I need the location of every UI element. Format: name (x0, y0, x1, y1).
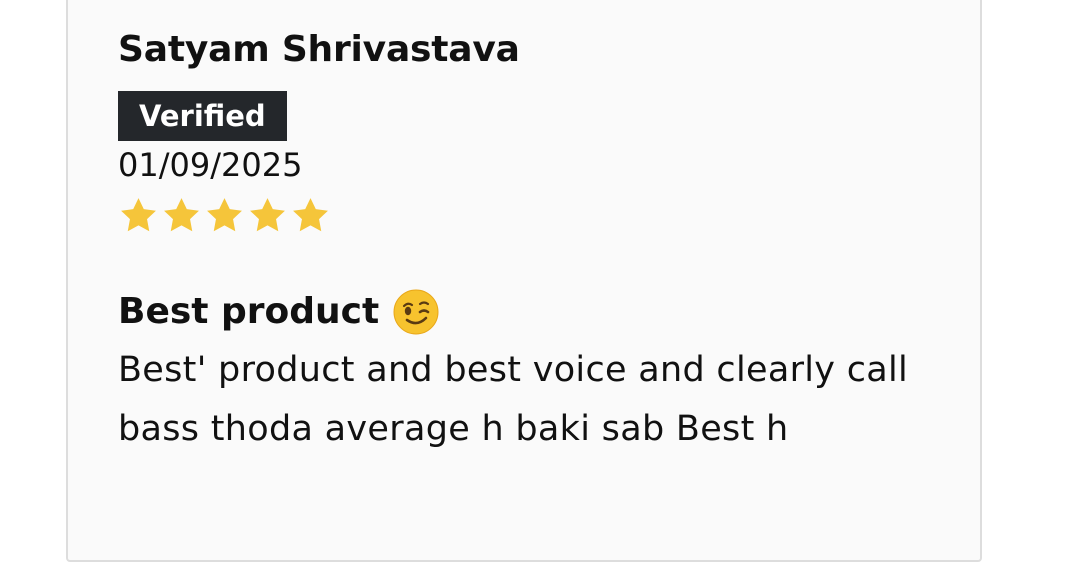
review-title-text: Best product (118, 291, 380, 332)
wink-face-icon (393, 289, 439, 335)
verified-badge: Verified (118, 91, 287, 141)
review-card: Satyam Shrivastava Verified 01/09/2025 B… (66, 0, 982, 562)
star-rating (118, 193, 938, 237)
star-icon (121, 197, 156, 231)
review-title: Best product (118, 289, 938, 335)
review-content: Satyam Shrivastava Verified 01/09/2025 B… (118, 28, 938, 459)
star-icon (250, 197, 285, 231)
review-date: 01/09/2025 (118, 146, 303, 184)
star-icon (207, 197, 242, 231)
review-body: Best' product and best voice and clearly… (118, 350, 909, 449)
star-icon (293, 197, 328, 231)
star-icon (164, 197, 199, 231)
reviewer-name: Satyam Shrivastava (118, 29, 520, 70)
